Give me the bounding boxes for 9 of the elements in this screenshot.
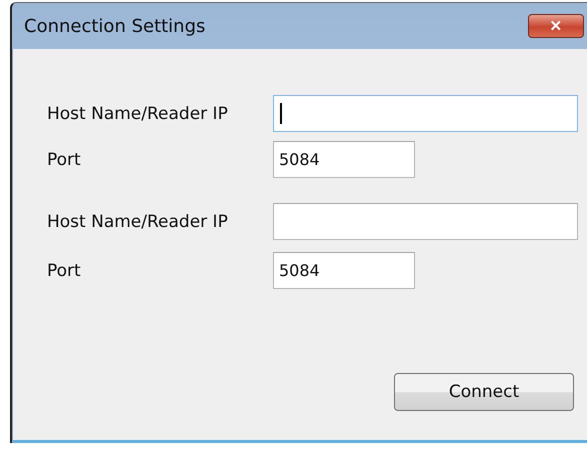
- input-field[interactable]: 5084: [273, 141, 415, 178]
- connect-button[interactable]: Connect: [394, 373, 574, 411]
- field-label: Port: [46, 150, 82, 170]
- input-field[interactable]: 5084: [273, 252, 415, 289]
- field-label: Host Name/Reader IP: [46, 212, 229, 232]
- close-button[interactable]: ✕: [528, 14, 584, 38]
- field-label: Host Name/Reader IP: [46, 104, 229, 124]
- field-label: Port: [46, 260, 82, 280]
- window-title: Connection Settings: [24, 16, 206, 36]
